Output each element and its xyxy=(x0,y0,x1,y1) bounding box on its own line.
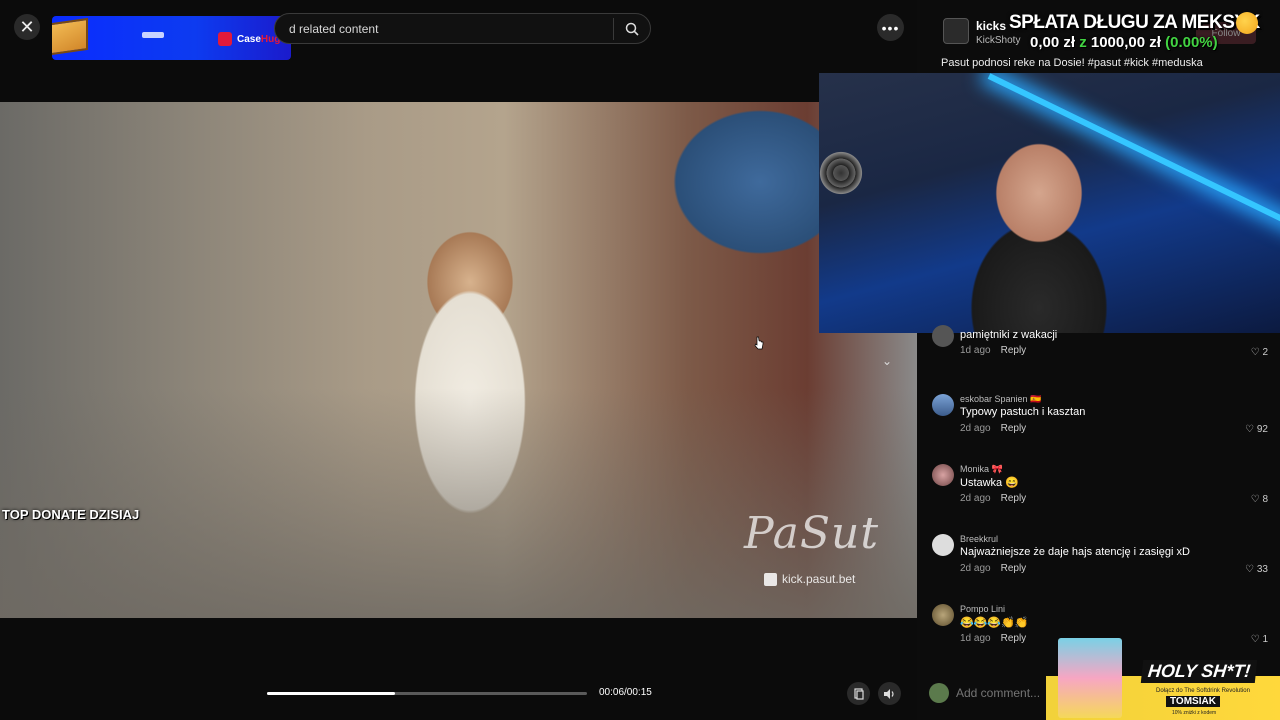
search-icon[interactable] xyxy=(625,22,639,36)
comment-text: 😂😂😂👏👏 xyxy=(960,617,1029,629)
like-count[interactable]: ♡ 33 xyxy=(1245,564,1268,575)
heart-icon: ♡ xyxy=(1250,494,1260,505)
casehug-logo-icon xyxy=(218,32,232,46)
copy-link-button[interactable] xyxy=(847,682,870,705)
comment-author[interactable]: Breekkrul xyxy=(960,534,998,544)
heart-icon: ♡ xyxy=(1250,347,1260,358)
mouse-cursor-icon xyxy=(754,336,764,350)
like-number: 2 xyxy=(1262,347,1268,358)
volume-button[interactable] xyxy=(878,682,901,705)
comment-meta: 2d ago Reply xyxy=(960,493,1026,504)
copy-icon xyxy=(853,687,864,700)
like-count[interactable]: ♡ 2 xyxy=(1251,347,1268,358)
comment-author[interactable]: Monika 🎀 xyxy=(960,464,1003,475)
debt-percent: (0.00%) xyxy=(1165,34,1218,51)
debt-current: 0,00 zł xyxy=(1030,34,1076,51)
kick-icon xyxy=(764,572,777,586)
banner-tag: 10% zniżki z kodem xyxy=(1172,710,1217,716)
time-label: 00:06/00:15 xyxy=(599,687,652,698)
channel-sub: KickShoty xyxy=(976,35,1021,46)
commenter-avatar[interactable] xyxy=(932,534,954,556)
like-number: 8 xyxy=(1262,494,1268,505)
like-number: 92 xyxy=(1256,424,1268,435)
channel-name[interactable]: kicks xyxy=(976,19,1006,33)
like-count[interactable]: ♡ 92 xyxy=(1245,424,1268,435)
channel-avatar[interactable] xyxy=(943,18,969,44)
search-divider xyxy=(613,18,614,40)
close-button[interactable]: ✕ xyxy=(14,14,40,40)
comment-author[interactable]: eskobar Spanien 🇪🇸 xyxy=(960,394,1041,405)
banner-headline: HOLY SH*T! xyxy=(1140,660,1258,683)
volume-icon xyxy=(884,688,894,699)
reply-button[interactable]: Reply xyxy=(1001,345,1027,356)
progress-bar[interactable] xyxy=(267,692,587,695)
comment-meta: 1d ago Reply xyxy=(960,633,1026,644)
debt-goal: 1000,00 zł xyxy=(1090,34,1161,51)
comment-time: 1d ago xyxy=(960,633,991,644)
comment-time: 2d ago xyxy=(960,423,991,434)
like-count[interactable]: ♡ 8 xyxy=(1251,494,1268,505)
comment-time: 2d ago xyxy=(960,563,991,574)
commenter-avatar[interactable] xyxy=(932,325,954,347)
comment-time: 1d ago xyxy=(960,345,991,356)
comment-meta: 2d ago Reply xyxy=(960,563,1026,574)
sponsor-banner[interactable]: Case Hug xyxy=(52,16,291,60)
reply-button[interactable]: Reply xyxy=(1001,633,1027,644)
comment-time: 2d ago xyxy=(960,493,991,504)
user-avatar xyxy=(929,683,949,703)
debt-separator: z xyxy=(1079,34,1087,51)
chevron-down-icon[interactable]: ⌄ xyxy=(882,354,898,370)
comment-meta: 2d ago Reply xyxy=(960,423,1026,434)
led-strip xyxy=(987,73,1280,228)
commenter-avatar[interactable] xyxy=(932,394,954,416)
comment-meta: 1d ago Reply xyxy=(960,345,1026,356)
add-comment-input[interactable] xyxy=(956,685,1046,701)
holy-shit-banner: HOLY SH*T! Dołącz do The Softdrink Revol… xyxy=(1046,636,1280,720)
comment-text: Najważniejsze że daje hajs atencję i zas… xyxy=(960,546,1190,558)
commenter-avatar[interactable] xyxy=(932,604,954,626)
reply-button[interactable]: Reply xyxy=(1001,423,1027,434)
watermark-logo: PaSut xyxy=(744,508,880,559)
banner-name: TOMSIAK xyxy=(1166,696,1220,707)
debt-goal-values: 0,00 zł z 1000,00 zł (0.00%) xyxy=(1030,34,1218,51)
more-icon: ••• xyxy=(881,19,900,36)
sponsor-mid-graphic xyxy=(142,32,164,38)
scared-emoji-icon xyxy=(1236,12,1258,34)
reply-button[interactable]: Reply xyxy=(1001,563,1027,574)
heart-icon: ♡ xyxy=(1245,424,1255,435)
video-title: Pasut podnosi reke na Dosie! #pasut #kic… xyxy=(941,57,1203,69)
top-donate-overlay: TOP DONATE DZISIAJ xyxy=(2,507,140,522)
comment-text: pamiętniki z wakacji xyxy=(960,329,1058,341)
progress-fill xyxy=(267,692,395,695)
search-bar[interactable]: d related content xyxy=(274,13,651,44)
treasure-box-icon xyxy=(52,17,88,59)
reply-button[interactable]: Reply xyxy=(1001,493,1027,504)
drink-can-image xyxy=(1058,638,1122,718)
watermark-handle: kick.pasut.bet xyxy=(764,572,855,586)
shorts-viewer: ✕ Case Hug d related content ••• TOP DONA… xyxy=(0,0,1280,720)
watermark-handle-text: kick.pasut.bet xyxy=(782,572,856,586)
search-input[interactable]: d related content xyxy=(289,22,378,36)
banner-subtitle: Dołącz do The Softdrink Revolution xyxy=(1156,688,1250,694)
sponsor-brand-a: Case xyxy=(237,33,261,45)
comment-author[interactable]: Pompo Lini xyxy=(960,604,1005,614)
close-icon: ✕ xyxy=(19,16,35,37)
comment-text: Ustawka 😄 xyxy=(960,477,1019,489)
more-options-button[interactable]: ••• xyxy=(877,14,904,41)
debt-goal-title: SPŁATA DŁUGU ZA MEKSYK xyxy=(1009,12,1260,33)
comment-text: Typowy pastuch i kasztan xyxy=(960,406,1086,418)
heart-icon: ♡ xyxy=(1245,564,1255,575)
sponsor-logo: Case Hug xyxy=(218,32,280,46)
streamer-webcam xyxy=(819,73,1280,333)
like-number: 33 xyxy=(1256,564,1268,575)
commenter-avatar[interactable] xyxy=(932,464,954,486)
